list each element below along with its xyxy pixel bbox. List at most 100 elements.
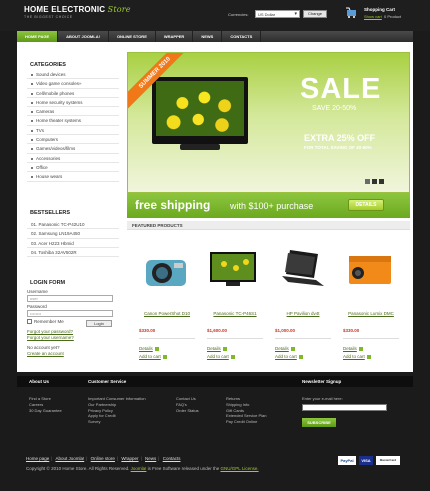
- divider: [343, 338, 399, 339]
- newsletter-email-field[interactable]: [302, 404, 387, 411]
- slider-dot[interactable]: [372, 179, 377, 184]
- arrow-icon: [222, 346, 227, 351]
- newsletter-heading: Newsletter Signup: [302, 379, 342, 384]
- subscribe-button[interactable]: SUBSCRIBE: [302, 418, 336, 427]
- about-us-heading: About Us: [29, 379, 49, 384]
- arrow-icon: [154, 346, 159, 351]
- footer-col-2: Important Consumer Information Our Partn…: [88, 396, 146, 425]
- product-name[interactable]: Panasonic TC-P46S1: [200, 311, 270, 316]
- save-text: SAVE 20-50%: [312, 105, 357, 112]
- promo-banner[interactable]: SUMMER 2010 SALE SAVE 20-50% EXTRA 25% O…: [127, 52, 410, 193]
- footer-nav-contacts[interactable]: Contacts: [163, 456, 181, 461]
- slider-dot[interactable]: [379, 179, 384, 184]
- arrow-icon: [366, 354, 371, 359]
- footer-nav-online-store[interactable]: Online store: [91, 456, 115, 461]
- arrow-icon: [162, 354, 167, 359]
- featured-products-title: FEATURED PRODUCTS: [127, 221, 410, 230]
- footer-nav-home-page[interactable]: Home page: [26, 456, 49, 461]
- no-account-text: No account yet?: [27, 345, 60, 350]
- cart-icon[interactable]: [346, 6, 358, 18]
- license-link[interactable]: GNU/GPL License.: [220, 466, 258, 471]
- nav-online-store[interactable]: Online store: [109, 31, 156, 42]
- footer-link[interactable]: Contact Us: [176, 396, 199, 402]
- camera-icon[interactable]: [132, 238, 202, 298]
- forgot-password-link[interactable]: Forgot your password?: [27, 329, 119, 334]
- bestseller-item[interactable]: 02. Samsung LN19A450: [27, 229, 119, 239]
- tv-image: [152, 77, 248, 144]
- arrow-icon: [298, 354, 303, 359]
- bestseller-item[interactable]: 03. Acer H223 Hbmid: [27, 239, 119, 248]
- create-account-link[interactable]: Create an account: [27, 351, 119, 356]
- currency-select[interactable]: US Dollar: [255, 10, 300, 18]
- joomla-link[interactable]: Joomla!: [131, 466, 147, 471]
- footer-col-3: Contact Us FAQ's Order Status: [176, 396, 199, 413]
- footer-link[interactable]: Important Consumer Information: [88, 396, 146, 402]
- camera-icon[interactable]: [336, 238, 406, 298]
- tv-icon[interactable]: [200, 238, 270, 298]
- footer-nav-wrapper[interactable]: Wrapper: [121, 456, 138, 461]
- product-details-link[interactable]: Details: [207, 346, 227, 351]
- category-item[interactable]: Video game consoles»: [27, 79, 119, 89]
- product-name[interactable]: Panasonic Lumix DMC: [336, 311, 406, 316]
- add-to-cart-link[interactable]: Add to cart: [275, 354, 303, 359]
- footer-link[interactable]: Survey: [88, 419, 146, 425]
- password-field[interactable]: ••••••••: [27, 310, 113, 317]
- category-item[interactable]: Sound devices: [27, 70, 119, 80]
- footer-nav-about-joomla[interactable]: About Joomla!: [55, 456, 84, 461]
- category-item[interactable]: Accessories: [27, 154, 119, 163]
- footer-link[interactable]: Pay Credit Online: [226, 419, 266, 425]
- add-to-cart-link[interactable]: Add to cart: [343, 354, 371, 359]
- category-item[interactable]: Cell/mobile phones: [27, 89, 119, 98]
- nav-news[interactable]: News: [193, 31, 223, 42]
- category-item[interactable]: TVs: [27, 126, 119, 136]
- category-item[interactable]: Cameras: [27, 107, 119, 117]
- product-name[interactable]: Canon PowerShot D10: [132, 311, 202, 316]
- details-button[interactable]: DETAILS: [348, 199, 384, 211]
- category-item[interactable]: Home theater systems: [27, 116, 119, 126]
- product-details-link[interactable]: Details: [139, 346, 159, 351]
- product-details-link[interactable]: Details: [343, 346, 363, 351]
- slider-dot[interactable]: [365, 179, 370, 184]
- nav-about-joomla[interactable]: About Joomla!: [58, 31, 109, 42]
- footer-nav-news[interactable]: News: [145, 456, 156, 461]
- category-item[interactable]: Games/videos/films: [27, 144, 119, 154]
- logo[interactable]: HOME ELECTRONIC Store THE BIGGEST CHOICE: [24, 5, 131, 19]
- username-field[interactable]: user: [27, 295, 113, 302]
- product-price: $330.00: [139, 328, 156, 333]
- username-label: Username: [27, 289, 48, 294]
- add-to-cart-link[interactable]: Add to cart: [207, 354, 235, 359]
- change-currency-button[interactable]: Change: [303, 10, 327, 18]
- product-details-link[interactable]: Details: [275, 346, 295, 351]
- laptop-icon[interactable]: [268, 238, 338, 298]
- login-button[interactable]: Login: [86, 320, 112, 327]
- remember-label: Remember Me: [34, 319, 64, 324]
- category-item[interactable]: House wears: [27, 172, 119, 182]
- nav-home-page[interactable]: Home page: [17, 31, 59, 42]
- show-cart-link[interactable]: Show cart: [364, 14, 382, 19]
- logo-text: HOME ELECTRONIC Store: [24, 5, 131, 14]
- forgot-username-link[interactable]: Forgot your username?: [27, 335, 119, 340]
- product-card: Panasonic TC-P46S1 $1,600.00 Details Add…: [200, 238, 270, 368]
- product-card: Canon PowerShot D10 $330.00 Details Add …: [132, 238, 202, 368]
- footer-link[interactable]: Order Status: [176, 408, 199, 414]
- main-nav: Home page About Joomla! Online store Wra…: [17, 31, 413, 42]
- category-item[interactable]: Computers: [27, 135, 119, 145]
- arrow-icon: [230, 354, 235, 359]
- category-item[interactable]: Office: [27, 163, 119, 173]
- extra-off-text: EXTRA 25% OFF: [304, 133, 376, 143]
- bestseller-item[interactable]: 04. Toshiba 32AV502R: [27, 248, 119, 258]
- remember-checkbox[interactable]: [27, 319, 32, 325]
- bestseller-item[interactable]: 01. Panasonic TC-P42U10: [27, 220, 119, 230]
- footer-link[interactable]: 30 Day Guarantee: [29, 408, 62, 414]
- product-name[interactable]: HP Pavilion dv4t: [268, 311, 338, 316]
- nav-contacts[interactable]: Contacts: [222, 31, 262, 42]
- sale-heading: SALE: [300, 73, 382, 105]
- free-shipping-text: free shipping: [135, 198, 211, 212]
- customer-service-heading: Customer Service: [88, 379, 127, 384]
- bestsellers-title: BESTSELLERS: [30, 210, 71, 216]
- nav-wrapper[interactable]: Wrapper: [156, 31, 194, 42]
- cart-summary: Show cart 0 Product: [364, 14, 401, 19]
- add-to-cart-link[interactable]: Add to cart: [139, 354, 167, 359]
- category-item[interactable]: Home security systems: [27, 98, 119, 108]
- login-form: Username user Password •••••••• Remember…: [27, 288, 119, 356]
